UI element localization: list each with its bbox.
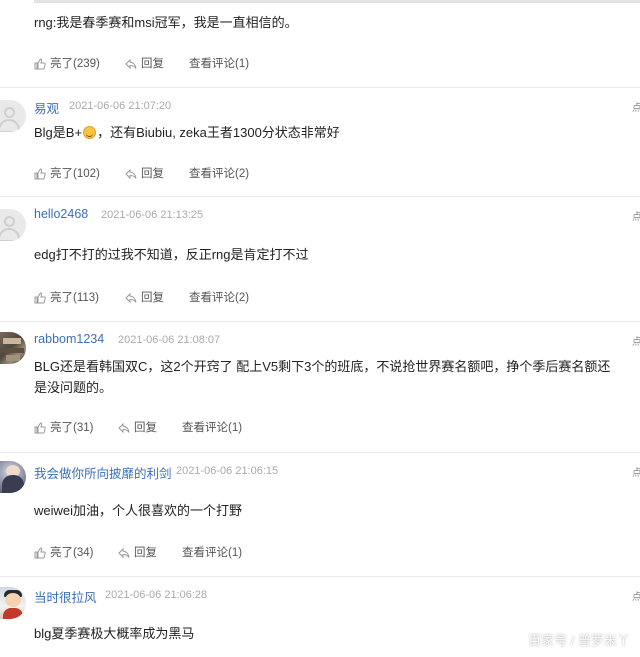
like-button[interactable]: 亮了(239) — [34, 55, 100, 71]
avatar[interactable] — [0, 209, 26, 241]
view-comments-link[interactable]: 查看评论(1) — [189, 55, 249, 71]
like-button[interactable]: 亮了(31) — [34, 419, 93, 435]
comment-content: blg夏季赛极大概率成为黑马 — [34, 626, 195, 641]
watermark: 百家号 / 普罗米丫 — [528, 633, 630, 648]
reply-button[interactable]: 回复 — [125, 165, 164, 181]
divider — [0, 196, 640, 197]
like-button[interactable]: 亮了(34) — [34, 544, 93, 560]
comment-username[interactable]: rabbom1234 — [34, 332, 104, 346]
comment-timestamp: 2021-06-06 21:08:07 — [118, 334, 221, 346]
like-button[interactable]: 亮了(102) — [34, 165, 100, 181]
thumbs-up-icon — [34, 58, 46, 70]
reply-arrow-icon — [118, 422, 130, 434]
comment-username[interactable]: 易观 — [34, 98, 59, 117]
more-options-icon[interactable]: 点 — [632, 99, 640, 114]
like-count: 亮了(113) — [50, 292, 99, 304]
more-options-icon[interactable]: 点 — [632, 333, 640, 348]
comment-timestamp: 2021-06-06 21:06:28 — [105, 589, 208, 601]
reply-button[interactable]: 回复 — [118, 544, 157, 560]
comment-content: edg打不打的过我不知道，反正rng是肯定打不过 — [34, 247, 309, 262]
avatar[interactable] — [0, 461, 26, 493]
laughing-emoji-icon — [83, 126, 97, 139]
comment-username[interactable]: 我会做你所向披靡的利剑 — [34, 463, 172, 482]
like-count: 亮了(34) — [50, 547, 94, 559]
thumbs-up-icon — [34, 547, 46, 559]
avatar[interactable] — [0, 100, 26, 132]
view-comments-link[interactable]: 查看评论(2) — [189, 165, 249, 181]
avatar[interactable] — [0, 332, 26, 364]
reply-button[interactable]: 回复 — [125, 289, 164, 305]
divider — [0, 576, 640, 577]
comment-timestamp: 2021-06-06 21:07:20 — [69, 100, 172, 112]
view-comments-link[interactable]: 查看评论(1) — [182, 419, 242, 435]
thumbs-up-icon — [34, 168, 46, 180]
reply-label: 回复 — [141, 292, 164, 304]
like-count: 亮了(31) — [50, 422, 94, 434]
more-options-icon[interactable]: 点 — [632, 464, 640, 479]
like-count: 亮了(102) — [50, 168, 100, 180]
comment-content: Blg是B+ ，还有Biubiu, zeka王者1300分状态非常好 — [34, 122, 614, 143]
reply-button[interactable]: 回复 — [125, 55, 164, 71]
reply-arrow-icon — [125, 58, 137, 70]
comment-username[interactable]: 当时很拉风 — [34, 587, 97, 606]
reply-label: 回复 — [134, 547, 157, 559]
more-options-icon[interactable]: 点 — [632, 588, 640, 603]
thumbs-up-icon — [34, 422, 46, 434]
reply-arrow-icon — [125, 168, 137, 180]
reply-arrow-icon — [125, 292, 137, 304]
comment-timestamp: 2021-06-06 21:06:15 — [176, 465, 279, 477]
reply-label: 回复 — [141, 168, 164, 180]
comment-username[interactable]: hello2468 — [34, 207, 88, 221]
reply-label: 回复 — [134, 422, 157, 434]
divider — [0, 321, 640, 322]
view-comments-link[interactable]: 查看评论(1) — [182, 544, 242, 560]
comment-content: BLG还是看韩国双C，这2个开窍了 配上V5剩下3个的班底，不说抢世界赛名额吧，… — [34, 359, 611, 395]
like-count: 亮了(239) — [50, 58, 100, 70]
content-text: Blg是B+ — [34, 125, 83, 140]
comment-content: rng:我是春季赛和msi冠军，我是一直相信的。 — [34, 15, 298, 30]
avatar[interactable] — [0, 587, 26, 619]
content-text: ，还有Biubiu, zeka王者1300分状态非常好 — [97, 125, 340, 140]
divider — [0, 87, 640, 88]
thumbs-up-icon — [34, 292, 46, 304]
comment-content: weiwei加油，个人很喜欢的一个打野 — [34, 503, 243, 518]
reply-arrow-icon — [118, 547, 130, 559]
reply-label: 回复 — [141, 58, 164, 70]
comment-timestamp: 2021-06-06 21:13:25 — [101, 209, 204, 221]
top-scroll-strip — [34, 0, 640, 3]
more-options-icon[interactable]: 点 — [632, 208, 640, 223]
like-button[interactable]: 亮了(113) — [34, 289, 99, 305]
view-comments-link[interactable]: 查看评论(2) — [189, 289, 249, 305]
reply-button[interactable]: 回复 — [118, 419, 157, 435]
divider — [0, 452, 640, 453]
